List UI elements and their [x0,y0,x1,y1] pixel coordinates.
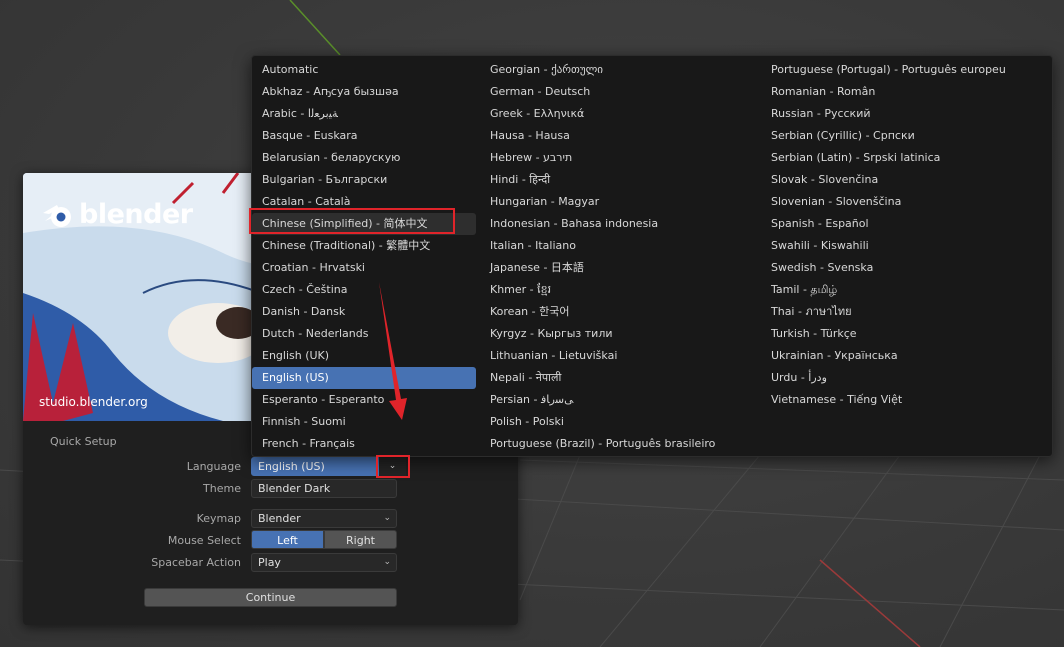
language-option[interactable]: Danish - Dansk [252,301,476,323]
chevron-down-icon: ⌄ [383,513,391,523]
theme-dropdown[interactable]: Blender Dark [251,479,397,498]
quick-setup-title: Quick Setup [50,435,117,448]
language-option[interactable]: Hebrew - תירבע [480,147,758,169]
language-option[interactable]: Portuguese (Portugal) - Português europe… [761,59,1049,81]
language-option[interactable]: English (UK) [252,345,476,367]
spacebar-action-value: Play [258,556,281,569]
spacebar-action-dropdown[interactable]: Play ⌄ [251,553,397,572]
language-option[interactable]: Slovenian - Slovenščina [761,191,1049,213]
language-option[interactable]: Lithuanian - Lietuviškai [480,345,758,367]
language-option[interactable]: Hindi - हिन्दी [480,169,758,191]
language-menu: Automatic Abkhaz - Аҧсуа бызшәа Arabic - ﺔ… [251,55,1053,457]
language-option[interactable]: Tamil - தமிழ் [761,279,1049,301]
language-option[interactable]: English (US) [252,367,476,389]
language-option[interactable]: Belarusian - беларускую [252,147,476,169]
language-option[interactable]: French - Français [252,433,476,455]
language-option[interactable]: Automatic [252,59,476,81]
language-label: Language [186,460,241,473]
language-option[interactable]: Urdu - ﻭﺩﺭﺃ [761,367,1049,389]
language-option[interactable]: Dutch - Nederlands [252,323,476,345]
highlight-dropdown-button [376,455,410,478]
language-option[interactable]: Abkhaz - Аҧсуа бызшәа [252,81,476,103]
language-option[interactable]: Greek - Ελληνικά [480,103,758,125]
language-option[interactable]: Indonesian - Bahasa indonesia [480,213,758,235]
language-option[interactable]: Czech - Čeština [252,279,476,301]
language-column-3: Portuguese (Portugal) - Português europe… [761,59,1049,411]
blender-logo-icon [43,204,71,227]
language-option[interactable]: Finnish - Suomi [252,411,476,433]
language-option[interactable]: Nepali - नेपाली [480,367,758,389]
language-option[interactable]: Romanian - Român [761,81,1049,103]
theme-label: Theme [203,482,241,495]
language-column-2: Georgian - ქართული German - Deutsch Greek … [480,59,758,455]
mouse-select-right[interactable]: Right [324,530,397,549]
language-option[interactable]: Korean - 한국어 [480,301,758,323]
language-option[interactable]: Russian - Русский [761,103,1049,125]
continue-button[interactable]: Continue [144,588,397,607]
language-option[interactable]: Georgian - ქართული [480,59,758,81]
language-option[interactable]: Bulgarian - Български [252,169,476,191]
keymap-dropdown[interactable]: Blender ⌄ [251,509,397,528]
language-option[interactable]: Polish - Polski [480,411,758,433]
language-value: English (US) [258,460,325,473]
mouse-select-label: Mouse Select [167,534,241,547]
language-option[interactable]: Turkish - Türkçe [761,323,1049,345]
theme-value: Blender Dark [258,482,331,495]
language-option[interactable]: Esperanto - Esperanto [252,389,476,411]
language-option[interactable]: Khmer - ខ្មែរ [480,279,758,301]
language-option[interactable]: Chinese (Traditional) - 繁體中文 [252,235,476,257]
language-option[interactable]: Basque - Euskara [252,125,476,147]
language-column-1: Automatic Abkhaz - Аҧсуа бызшәа Arabic - ﺔ… [252,59,476,455]
language-option[interactable]: Swedish - Svenska [761,257,1049,279]
chevron-down-icon: ⌄ [383,557,391,567]
language-option[interactable]: Ukrainian - Українська [761,345,1049,367]
language-option[interactable]: Persian - ﯽﺳﺭﺎﻓ [480,389,758,411]
blender-logo: blender [41,199,193,230]
language-option[interactable]: Arabic - ﺔﻴﺑﺮﻌﻟﺍ [252,103,476,125]
language-option[interactable]: Vietnamese - Tiếng Việt [761,389,1049,411]
studio-link[interactable]: studio.blender.org [39,395,148,409]
language-option[interactable]: Serbian (Latin) - Srpski latinica [761,147,1049,169]
keymap-value: Blender [258,512,301,525]
language-option[interactable]: German - Deutsch [480,81,758,103]
language-option[interactable]: Croatian - Hrvatski [252,257,476,279]
language-option[interactable]: Swahili - Kiswahili [761,235,1049,257]
blender-logo-text: blender [79,199,193,230]
language-option[interactable]: Italian - Italiano [480,235,758,257]
language-option[interactable]: Hausa - Hausa [480,125,758,147]
language-option[interactable]: Portuguese (Brazil) - Português brasilei… [480,433,758,455]
keymap-label: Keymap [196,512,241,525]
mouse-select-left[interactable]: Left [251,530,324,549]
language-option[interactable]: Thai - ภาษาไทย [761,301,1049,323]
language-option[interactable]: Hungarian - Magyar [480,191,758,213]
language-option[interactable]: Kyrgyz - Кыргыз тили [480,323,758,345]
mouse-select-toggle: Left Right [251,530,397,549]
language-option[interactable]: Japanese - 日本語 [480,257,758,279]
language-option[interactable]: Slovak - Slovenčina [761,169,1049,191]
language-option[interactable]: Spanish - Español [761,213,1049,235]
highlight-chinese-simplified [249,208,455,234]
language-option[interactable]: Serbian (Cyrillic) - Српски [761,125,1049,147]
spacebar-action-label: Spacebar Action [151,556,241,569]
